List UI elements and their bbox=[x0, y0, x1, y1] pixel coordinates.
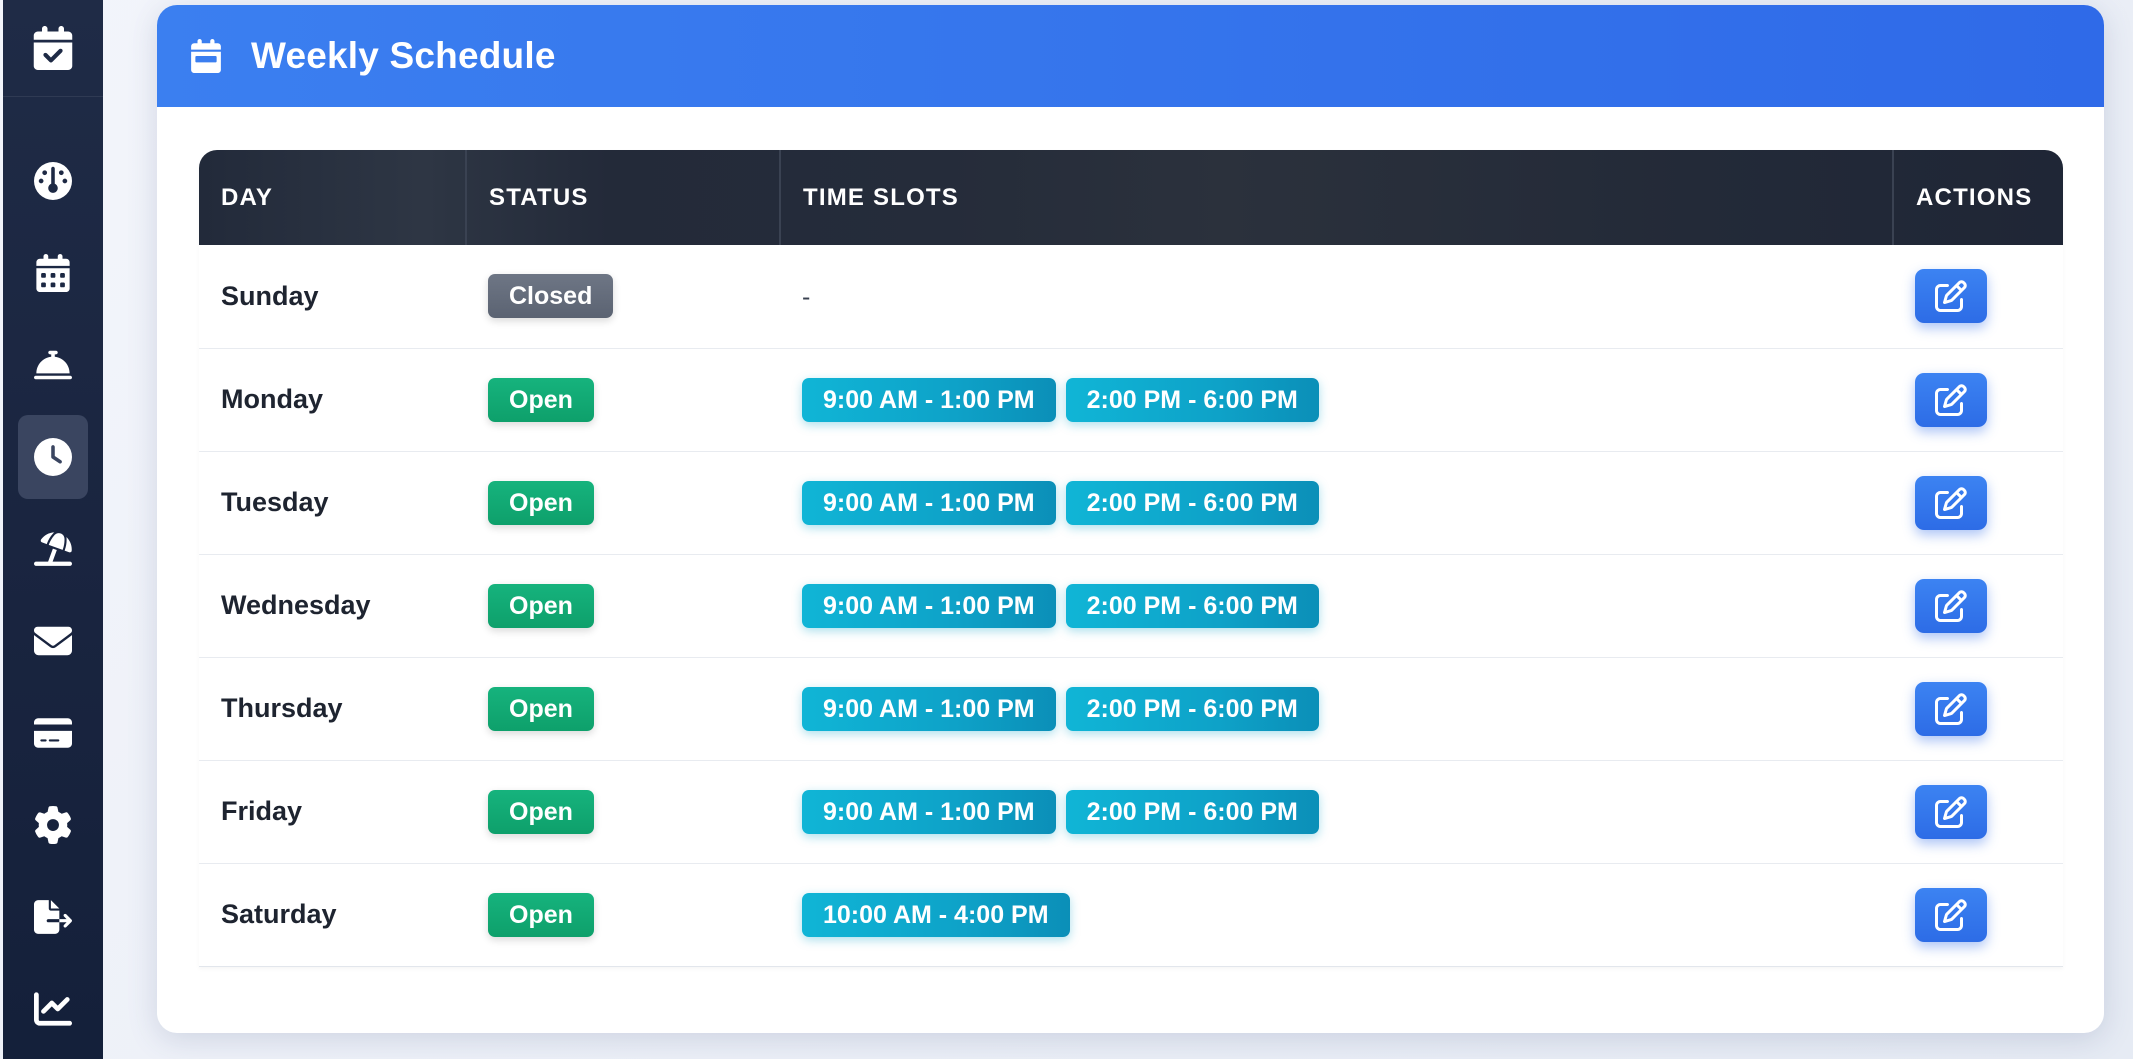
status-badge: Open bbox=[488, 892, 594, 937]
file-export-icon bbox=[34, 900, 72, 934]
table-row: Tuesday Open 9:00 AM - 1:00 PM 2:00 PM - … bbox=[199, 451, 2063, 555]
time-slot: 2:00 PM - 6:00 PM bbox=[1065, 480, 1319, 525]
edit-button[interactable] bbox=[1915, 269, 1987, 324]
sidebar-item-settings[interactable] bbox=[18, 783, 88, 867]
edit-icon bbox=[1935, 795, 1967, 828]
time-slot: 9:00 AM - 1:00 PM bbox=[802, 789, 1056, 834]
status-badge: Closed bbox=[488, 274, 614, 319]
time-slot: 10:00 AM - 4:00 PM bbox=[802, 892, 1070, 937]
day-name: Monday bbox=[199, 348, 466, 452]
time-slot: 9:00 AM - 1:00 PM bbox=[802, 480, 1056, 525]
table-row: Thursday Open 9:00 AM - 1:00 PM 2:00 PM -… bbox=[199, 657, 2063, 761]
edit-icon bbox=[1935, 486, 1967, 519]
table-row: Monday Open 9:00 AM - 1:00 PM 2:00 PM - 6… bbox=[199, 348, 2063, 452]
edit-icon bbox=[1935, 383, 1967, 416]
sidebar-item-export[interactable] bbox=[18, 875, 88, 959]
status-badge: Open bbox=[488, 583, 594, 628]
weekly-schedule-card: Weekly Schedule DAY STATUS TIME SLOTS AC… bbox=[157, 5, 2104, 1033]
status-badge: Open bbox=[488, 686, 594, 731]
edit-button[interactable] bbox=[1915, 681, 1987, 736]
status-badge: Open bbox=[488, 377, 594, 422]
app-logo[interactable] bbox=[3, 0, 103, 97]
sidebar-item-analytics[interactable] bbox=[18, 967, 88, 1051]
time-slot: 2:00 PM - 6:00 PM bbox=[1065, 789, 1319, 834]
table-row: Friday Open 9:00 AM - 1:00 PM 2:00 PM - 6… bbox=[199, 760, 2063, 864]
time-slot: 2:00 PM - 6:00 PM bbox=[1065, 377, 1319, 422]
page-title: Weekly Schedule bbox=[251, 35, 556, 76]
status-badge: Open bbox=[488, 789, 594, 834]
edit-button[interactable] bbox=[1915, 475, 1987, 530]
time-slot: 9:00 AM - 1:00 PM bbox=[802, 583, 1056, 628]
edit-button[interactable] bbox=[1915, 887, 1987, 942]
sidebar-item-services[interactable] bbox=[18, 323, 88, 407]
day-name: Wednesday bbox=[199, 554, 466, 658]
edit-icon bbox=[1935, 280, 1967, 313]
calendar-icon bbox=[36, 254, 70, 292]
credit-card-icon bbox=[34, 718, 72, 748]
column-header-time-slots: TIME SLOTS bbox=[780, 150, 1894, 245]
table-row: Wednesday Open 9:00 AM - 1:00 PM 2:00 PM … bbox=[199, 554, 2063, 658]
sidebar-item-calendar[interactable] bbox=[18, 231, 88, 315]
edit-button[interactable] bbox=[1915, 372, 1987, 427]
table-row: Saturday Open 10:00 AM - 4:00 PM bbox=[199, 863, 2063, 967]
day-name: Tuesday bbox=[199, 451, 466, 555]
edit-icon bbox=[1935, 692, 1967, 725]
day-name: Friday bbox=[199, 760, 466, 864]
column-header-status: STATUS bbox=[466, 150, 781, 245]
day-name: Sunday bbox=[199, 245, 466, 349]
day-name: Thursday bbox=[199, 657, 466, 761]
time-slot: 9:00 AM - 1:00 PM bbox=[802, 377, 1056, 422]
envelope-icon bbox=[34, 626, 72, 656]
sidebar-item-hours[interactable] bbox=[18, 415, 88, 499]
time-slot: 2:00 PM - 6:00 PM bbox=[1065, 583, 1319, 628]
status-badge: Open bbox=[488, 480, 594, 525]
edit-button[interactable] bbox=[1915, 784, 1987, 839]
table-header: DAY STATUS TIME SLOTS ACTIONS bbox=[199, 150, 2063, 245]
column-header-actions: ACTIONS bbox=[1916, 183, 2033, 211]
clock-icon bbox=[34, 438, 72, 476]
edit-button[interactable] bbox=[1915, 578, 1987, 633]
day-name: Saturday bbox=[199, 863, 466, 967]
calendar-check-icon bbox=[33, 26, 73, 70]
umbrella-beach-icon bbox=[34, 532, 72, 566]
bell-service-icon bbox=[34, 350, 72, 380]
edit-icon bbox=[1935, 589, 1967, 622]
time-slot: 9:00 AM - 1:00 PM bbox=[802, 686, 1056, 731]
chart-line-icon bbox=[34, 992, 72, 1026]
dashboard-icon bbox=[34, 162, 72, 200]
calendar-icon bbox=[191, 39, 221, 73]
sidebar-item-payments[interactable] bbox=[18, 691, 88, 775]
sidebar-item-messages[interactable] bbox=[18, 599, 88, 683]
sidebar bbox=[3, 0, 103, 1059]
sidebar-item-dashboard[interactable] bbox=[18, 139, 88, 223]
card-header: Weekly Schedule bbox=[157, 5, 2104, 107]
column-header-day: DAY bbox=[199, 150, 467, 245]
schedule-table: DAY STATUS TIME SLOTS ACTIONS Sunday Clo… bbox=[199, 150, 2063, 967]
edit-icon bbox=[1935, 898, 1967, 931]
time-slot: 2:00 PM - 6:00 PM bbox=[1065, 686, 1319, 731]
schedule-table-wrapper: DAY STATUS TIME SLOTS ACTIONS Sunday Clo… bbox=[199, 150, 2063, 967]
gear-icon bbox=[35, 806, 71, 844]
sidebar-item-holidays[interactable] bbox=[18, 507, 88, 591]
no-slots-placeholder: - bbox=[802, 282, 811, 311]
table-row: Sunday Closed - bbox=[199, 245, 2063, 349]
